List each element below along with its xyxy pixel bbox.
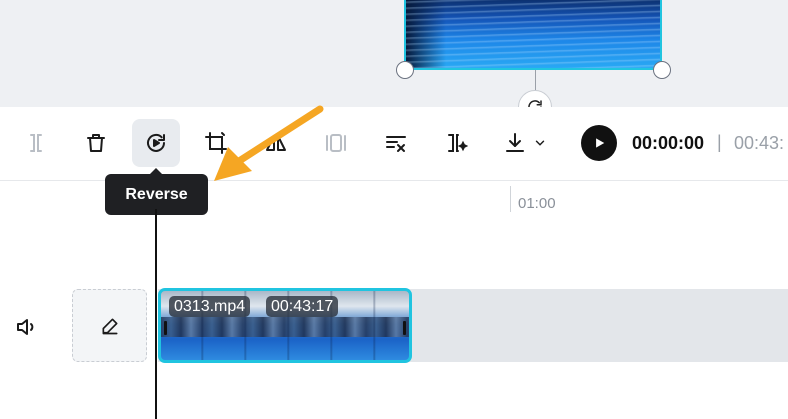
split-icon: [30, 134, 42, 152]
preview-water-texture: [406, 0, 660, 68]
resize-handle-bottom-left[interactable]: [396, 61, 414, 79]
resize-handle-bottom-right[interactable]: [653, 61, 671, 79]
reverse-button[interactable]: [132, 119, 180, 167]
remove-background-icon: [386, 136, 406, 152]
clip-filename: 0313.mp4: [169, 296, 251, 317]
play-icon: [596, 138, 605, 148]
ai-tools-icon: [448, 134, 468, 152]
rotate-connector: [535, 70, 536, 90]
clip-trim-handle-right[interactable]: [403, 321, 406, 335]
download-button[interactable]: [492, 119, 558, 167]
volume-icon[interactable]: [14, 315, 38, 339]
download-icon: [506, 133, 524, 152]
delete-button[interactable]: [72, 119, 120, 167]
reverse-icon: [147, 133, 165, 152]
clip-trim-handle-left[interactable]: [164, 321, 167, 335]
play-button[interactable]: [581, 125, 617, 161]
time-separator: |: [717, 132, 722, 152]
freeze-icon: [326, 134, 346, 152]
remove-background-button[interactable]: [372, 119, 420, 167]
total-duration: 00:43:: [734, 133, 785, 153]
clip-duration: 00:43:17: [266, 296, 339, 317]
split-button[interactable]: [12, 119, 60, 167]
ruler-time-label: 01:00: [518, 195, 556, 212]
ruler-tick: [510, 186, 511, 212]
delete-icon: [87, 134, 105, 152]
chevron-down-icon: [535, 140, 545, 146]
edit-cover-button[interactable]: [72, 289, 147, 362]
pointer-arrow-icon: [214, 105, 324, 181]
playhead[interactable]: [155, 209, 157, 419]
canvas-preview-area: [0, 0, 788, 107]
pencil-icon: [102, 318, 117, 334]
current-time: 00:00:00: [632, 133, 705, 153]
video-preview[interactable]: [404, 0, 662, 70]
ai-tools-button[interactable]: [432, 119, 480, 167]
video-clip[interactable]: 0313.mp4 00:43:17: [158, 288, 412, 363]
